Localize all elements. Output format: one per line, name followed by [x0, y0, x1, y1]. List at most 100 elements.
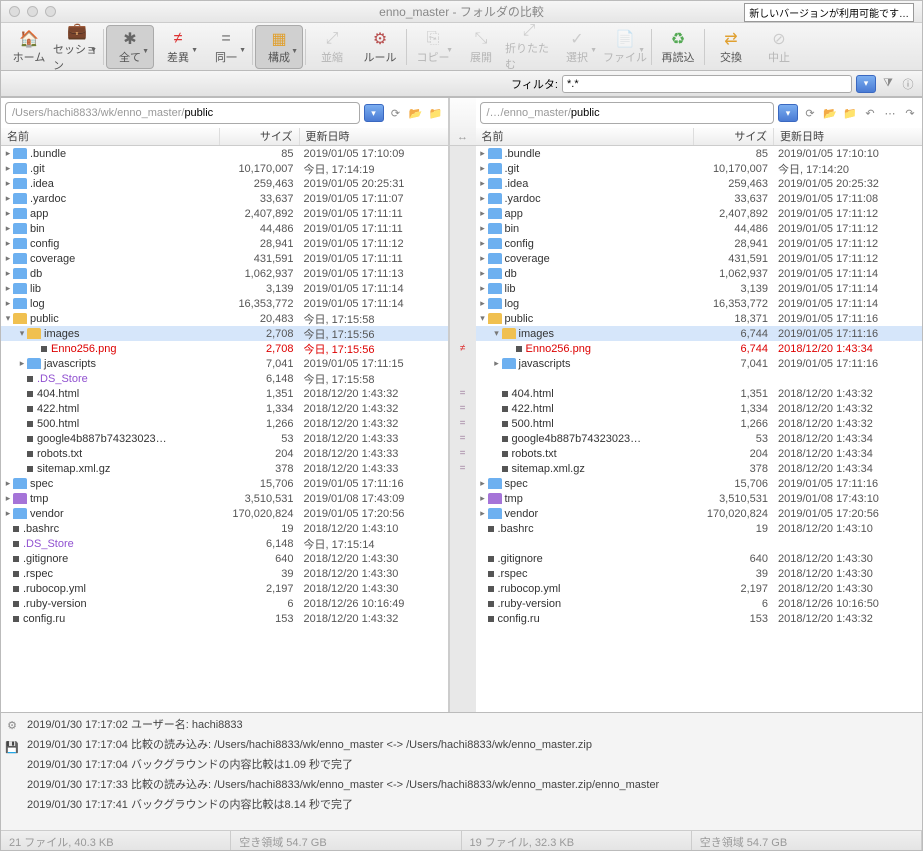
file-row[interactable]: robots.txt2042018/12/20 1:43:33 [1, 446, 448, 461]
file-row[interactable]: 422.html1,3342018/12/20 1:43:32 [476, 401, 923, 416]
col-date[interactable]: 更新日時 [774, 128, 922, 145]
folder-icon[interactable]: 📁 [842, 105, 858, 121]
file-row[interactable]: ▸config28,9412019/01/05 17:11:12 [476, 236, 923, 251]
file-row[interactable]: ▸config28,9412019/01/05 17:11:12 [1, 236, 448, 251]
filter-input[interactable] [562, 75, 852, 93]
file-row[interactable]: 404.html1,3512018/12/20 1:43:32 [1, 386, 448, 401]
file-row[interactable]: .DS_Store6,148今日, 17:15:58 [1, 371, 448, 386]
tb-ホーム[interactable]: 🏠ホーム [5, 25, 53, 69]
update-button[interactable]: 新しいバージョンが利用可能です… [744, 3, 914, 22]
file-row[interactable]: config.ru1532018/12/20 1:43:32 [1, 611, 448, 626]
filter-dropdown[interactable]: ▾ [856, 75, 876, 93]
file-row[interactable]: Enno256.png6,7442018/12/20 1:43:34 [476, 341, 923, 356]
file-row[interactable]: Enno256.png2,708今日, 17:15:56 [1, 341, 448, 356]
file-row[interactable]: ▸.yardoc33,6372019/01/05 17:11:08 [476, 191, 923, 206]
tb-交換[interactable]: ⇄交換 [707, 25, 755, 69]
refresh-icon[interactable]: ⟳ [388, 105, 404, 121]
file-row[interactable]: .rspec392018/12/20 1:43:30 [476, 566, 923, 581]
diff-indicator: = [450, 386, 476, 401]
file-row[interactable]: ▸lib3,1392019/01/05 17:11:14 [476, 281, 923, 296]
tb-同一[interactable]: =同一▼ [202, 25, 250, 69]
file-row[interactable]: ▾images6,7442019/01/05 17:11:16 [476, 326, 923, 341]
file-row[interactable]: ▸coverage431,5912019/01/05 17:11:12 [476, 251, 923, 266]
right-path-dd[interactable]: ▾ [778, 104, 798, 122]
right-path[interactable]: /…/enno_master/public [480, 102, 775, 124]
back-icon[interactable]: ↶ [862, 105, 878, 121]
file-row[interactable]: ▸tmp3,510,5312019/01/08 17:43:10 [476, 491, 923, 506]
file-row[interactable]: .bashrc192018/12/20 1:43:10 [1, 521, 448, 536]
col-size[interactable]: サイズ [694, 128, 774, 145]
tb-ルール[interactable]: ⚙ルール [356, 25, 404, 69]
file-row[interactable]: ▸.git10,170,007今日, 17:14:19 [1, 161, 448, 176]
file-row[interactable]: ▾public20,483今日, 17:15:58 [1, 311, 448, 326]
tb-再読込[interactable]: ♻再読込 [654, 25, 702, 69]
file-row[interactable]: .ruby-version62018/12/26 10:16:50 [476, 596, 923, 611]
file-row[interactable]: ▸vendor170,020,8242019/01/05 17:20:56 [1, 506, 448, 521]
col-date[interactable]: 更新日時 [300, 128, 448, 145]
file-row[interactable]: ▸app2,407,8922019/01/05 17:11:12 [476, 206, 923, 221]
file-row[interactable]: .rubocop.yml2,1972018/12/20 1:43:30 [1, 581, 448, 596]
file-row[interactable]: ▸db1,062,9372019/01/05 17:11:14 [476, 266, 923, 281]
file-row[interactable]: ▸javascripts7,0412019/01/05 17:11:16 [476, 356, 923, 371]
file-row[interactable]: ▸.git10,170,007今日, 17:14:20 [476, 161, 923, 176]
left-path-dd[interactable]: ▾ [364, 104, 384, 122]
file-row[interactable]: google4b887b74323023…532018/12/20 1:43:3… [476, 431, 923, 446]
file-row[interactable]: 500.html1,2662018/12/20 1:43:32 [476, 416, 923, 431]
file-row[interactable]: config.ru1532018/12/20 1:43:32 [476, 611, 923, 626]
file-row[interactable]: sitemap.xml.gz3782018/12/20 1:43:33 [1, 461, 448, 476]
tb-差異[interactable]: ≠差異▼ [154, 25, 202, 69]
file-row[interactable]: ▸.yardoc33,6372019/01/05 17:11:07 [1, 191, 448, 206]
tb-全て[interactable]: ✱全て▼ [106, 25, 154, 69]
file-row[interactable]: ▸.idea259,4632019/01/05 20:25:32 [476, 176, 923, 191]
file-row[interactable]: ▸coverage431,5912019/01/05 17:11:11 [1, 251, 448, 266]
file-row[interactable]: ▸.bundle852019/01/05 17:10:10 [476, 146, 923, 161]
file-row[interactable]: 422.html1,3342018/12/20 1:43:32 [1, 401, 448, 416]
file-row[interactable]: ▸log16,353,7722019/01/05 17:11:14 [1, 296, 448, 311]
file-row[interactable] [476, 536, 923, 551]
gear-icon[interactable]: ⚙ [4, 717, 20, 733]
file-row[interactable]: ▾public18,3712019/01/05 17:11:16 [476, 311, 923, 326]
col-name[interactable]: 名前 [1, 128, 220, 145]
file-row[interactable]: ▸app2,407,8922019/01/05 17:11:11 [1, 206, 448, 221]
file-row[interactable]: ▸bin44,4862019/01/05 17:11:11 [1, 221, 448, 236]
file-row[interactable]: ▾images2,708今日, 17:15:56 [1, 326, 448, 341]
file-row[interactable]: ▸javascripts7,0412019/01/05 17:11:15 [1, 356, 448, 371]
file-row[interactable]: ▸.idea259,4632019/01/05 20:25:31 [1, 176, 448, 191]
file-row[interactable]: .gitignore6402018/12/20 1:43:30 [1, 551, 448, 566]
file-row[interactable]: 404.html1,3512018/12/20 1:43:32 [476, 386, 923, 401]
file-row[interactable]: ▸log16,353,7722019/01/05 17:11:14 [476, 296, 923, 311]
file-row[interactable]: ▸tmp3,510,5312019/01/08 17:43:09 [1, 491, 448, 506]
more-icon[interactable]: ↷ [902, 105, 918, 121]
refresh-icon[interactable]: ⟳ [802, 105, 818, 121]
file-row[interactable]: ▸.bundle852019/01/05 17:10:09 [1, 146, 448, 161]
file-row[interactable]: .bashrc192018/12/20 1:43:10 [476, 521, 923, 536]
info-icon[interactable]: ⓘ [900, 76, 916, 92]
file-row[interactable]: ▸spec15,7062019/01/05 17:11:16 [1, 476, 448, 491]
disk-icon[interactable]: 💾 [4, 739, 20, 755]
col-name[interactable]: 名前 [476, 128, 695, 145]
file-row[interactable]: google4b887b74323023…532018/12/20 1:43:3… [1, 431, 448, 446]
file-row[interactable]: sitemap.xml.gz3782018/12/20 1:43:34 [476, 461, 923, 476]
open-folder-icon[interactable]: 📂 [822, 105, 838, 121]
tb-セッション[interactable]: 💼セッション▼ [53, 25, 101, 69]
file-row[interactable]: ▸vendor170,020,8242019/01/05 17:20:56 [476, 506, 923, 521]
file-row[interactable]: .gitignore6402018/12/20 1:43:30 [476, 551, 923, 566]
file-row[interactable] [476, 371, 923, 386]
file-row[interactable]: .DS_Store6,148今日, 17:15:14 [1, 536, 448, 551]
file-row[interactable]: 500.html1,2662018/12/20 1:43:32 [1, 416, 448, 431]
file-row[interactable]: ▸bin44,4862019/01/05 17:11:12 [476, 221, 923, 236]
folder-icon[interactable]: 📁 [428, 105, 444, 121]
file-row[interactable]: robots.txt2042018/12/20 1:43:34 [476, 446, 923, 461]
file-row[interactable]: .rspec392018/12/20 1:43:30 [1, 566, 448, 581]
file-row[interactable]: .rubocop.yml2,1972018/12/20 1:43:30 [476, 581, 923, 596]
funnel-icon[interactable]: ⧩ [880, 76, 896, 92]
file-row[interactable]: ▸db1,062,9372019/01/05 17:11:13 [1, 266, 448, 281]
col-size[interactable]: サイズ [220, 128, 300, 145]
left-path[interactable]: /Users/hachi8833/wk/enno_master/public [5, 102, 360, 124]
forward-icon[interactable]: ⋯ [882, 105, 898, 121]
open-folder-icon[interactable]: 📂 [408, 105, 424, 121]
file-row[interactable]: ▸spec15,7062019/01/05 17:11:16 [476, 476, 923, 491]
file-row[interactable]: .ruby-version62018/12/26 10:16:49 [1, 596, 448, 611]
file-row[interactable]: ▸lib3,1392019/01/05 17:11:14 [1, 281, 448, 296]
tb-構成[interactable]: ▦構成▼ [255, 25, 303, 69]
